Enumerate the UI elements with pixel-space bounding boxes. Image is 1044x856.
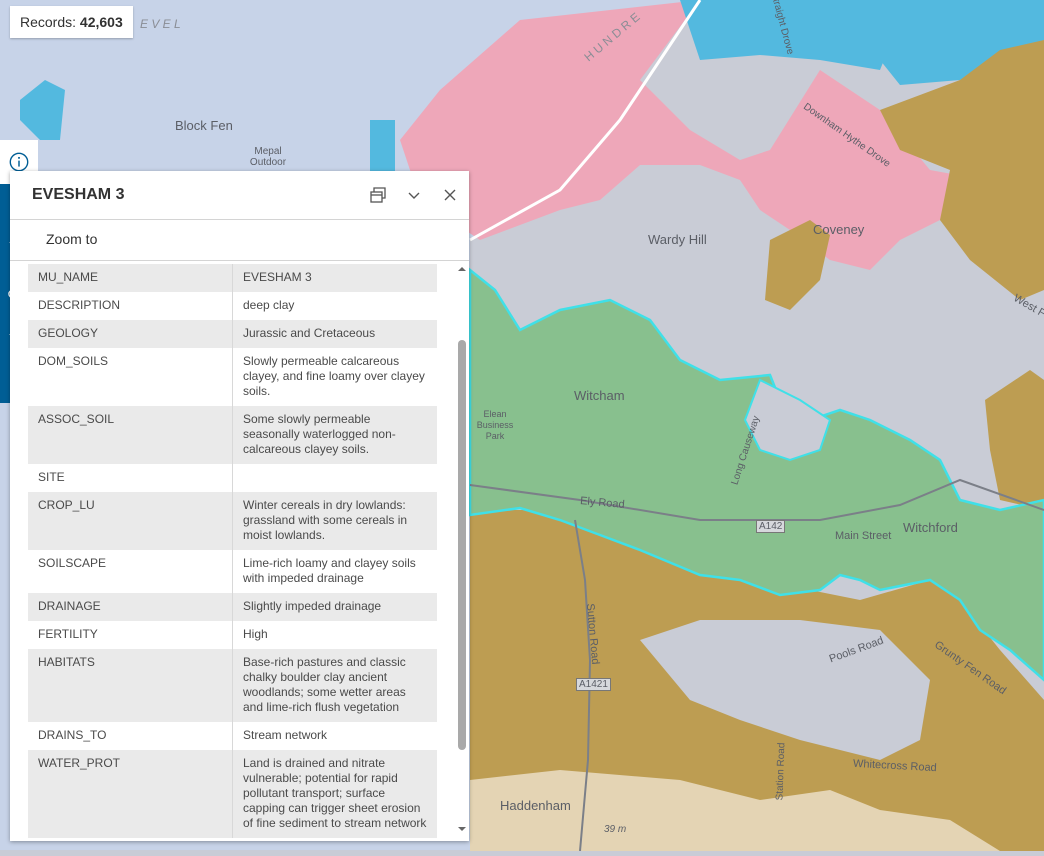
- attribute-value: Lime-rich loamy and clayey soils with im…: [232, 550, 437, 593]
- attribute-row: DRAINS_TO Stream network: [28, 722, 437, 750]
- map-label-witchford: Witchford: [903, 520, 958, 535]
- attribute-key: ASSOC_SOIL: [28, 406, 233, 464]
- attribute-key: SITE: [28, 464, 233, 492]
- popup-actions: Zoom to: [10, 220, 469, 261]
- attribute-value: [232, 464, 437, 492]
- attribute-value: Jurassic and Cretaceous: [232, 320, 437, 348]
- attribute-row: FERTILITY High: [28, 621, 437, 649]
- attribute-row: WATER_PROT Land is drained and nitrate vu…: [28, 750, 437, 838]
- attribute-value: Slightly impeded drainage: [232, 593, 437, 621]
- attribute-value: Stream network: [232, 722, 437, 750]
- attribute-row: HABITATS Base-rich pastures and classic c…: [28, 649, 437, 722]
- dock-button[interactable]: [368, 185, 388, 205]
- attribute-row: SITE: [28, 464, 437, 492]
- attribute-value: Some slowly permeable seasonally waterlo…: [232, 406, 437, 464]
- chevron-down-icon: [408, 192, 420, 199]
- attribute-table: MU_NAME EVESHAM 3 DESCRIPTION deep clay GEOL…: [28, 264, 437, 838]
- attribute-row: DESCRIPTION deep clay: [28, 292, 437, 320]
- map-label-witcham: Witcham: [574, 388, 625, 403]
- map-label-station-road: Station Road: [774, 742, 788, 801]
- attribute-key: SOILSCAPE: [28, 550, 233, 593]
- map-label-main-street: Main Street: [835, 530, 892, 542]
- map-label-a142: A142: [756, 520, 786, 533]
- attribute-key: DOM_SOILS: [28, 348, 233, 406]
- records-count: 42,603: [79, 14, 123, 30]
- attribute-key: FERTILITY: [28, 621, 233, 649]
- collapse-button[interactable]: [404, 185, 424, 205]
- close-icon: [444, 189, 456, 201]
- map-label-height-39: 39 m: [604, 824, 627, 835]
- attribute-value: High: [232, 621, 437, 649]
- map-label-coveney: Coveney: [813, 222, 865, 237]
- attribute-row: CROP_LU Winter cereals in dry lowlands: g…: [28, 492, 437, 550]
- attribute-key: DESCRIPTION: [28, 292, 233, 320]
- attribute-key: WATER_PROT: [28, 750, 233, 838]
- scroll-down-icon[interactable]: [456, 824, 468, 834]
- close-button[interactable]: [440, 185, 460, 205]
- attribute-key: MU_NAME: [28, 264, 233, 292]
- attribute-value: EVESHAM 3: [232, 264, 437, 292]
- attribute-value: Winter cereals in dry lowlands: grasslan…: [232, 492, 437, 550]
- dock-icon: [370, 187, 386, 203]
- map-label-a1421: A1421: [576, 678, 611, 691]
- map-label-haddenham: Haddenham: [500, 798, 571, 813]
- attribute-value: Land is drained and nitrate vulnerable; …: [232, 750, 437, 838]
- attribute-row: MU_NAME EVESHAM 3: [28, 264, 437, 292]
- map-label-block-fen: Block Fen: [175, 118, 233, 133]
- attribute-value: deep clay: [232, 292, 437, 320]
- records-label: Records:: [20, 14, 77, 30]
- attribute-value: Slowly permeable calcareous clayey, and …: [232, 348, 437, 406]
- attribute-key: HABITATS: [28, 649, 233, 722]
- attribute-key: CROP_LU: [28, 492, 233, 550]
- zoom-to-button[interactable]: Zoom to: [46, 231, 97, 247]
- attribute-row: DRAINAGE Slightly impeded drainage: [28, 593, 437, 621]
- attribute-value: Base-rich pastures and classic chalky bo…: [232, 649, 437, 722]
- records-count-badge: Records: 42,603: [10, 6, 133, 38]
- attribute-row: ASSOC_SOIL Some slowly permeable seasonal…: [28, 406, 437, 464]
- popup-title: EVESHAM 3: [32, 186, 125, 203]
- map-label-mepal-outdoor: Mepal Outdoor: [249, 146, 287, 168]
- attribute-row: DOM_SOILS Slowly permeable calcareous cla…: [28, 348, 437, 406]
- scroll-up-icon[interactable]: [456, 264, 468, 274]
- attribute-key: DRAINS_TO: [28, 722, 233, 750]
- attribute-row: SOILSCAPE Lime-rich loamy and clayey soil…: [28, 550, 437, 593]
- map-label-wardy-hill: Wardy Hill: [648, 232, 707, 247]
- map-label-elean: Elean Business Park: [476, 409, 514, 441]
- attribute-key: GEOLOGY: [28, 320, 233, 348]
- feature-popup-panel: EVESHAM 3 Zoom to MU_NAME EVESHAM 3 DESCRI…: [10, 171, 469, 841]
- attribute-row: GEOLOGY Jurassic and Cretaceous: [28, 320, 437, 348]
- popup-scrollbar[interactable]: [456, 264, 468, 838]
- attribute-table-body: MU_NAME EVESHAM 3 DESCRIPTION deep clay GEOL…: [28, 264, 437, 838]
- map-label-level: E V E L: [140, 17, 181, 31]
- scrollbar-thumb[interactable]: [458, 340, 466, 750]
- info-icon: [9, 152, 29, 172]
- attribute-key: DRAINAGE: [28, 593, 233, 621]
- popup-header: EVESHAM 3: [10, 171, 469, 220]
